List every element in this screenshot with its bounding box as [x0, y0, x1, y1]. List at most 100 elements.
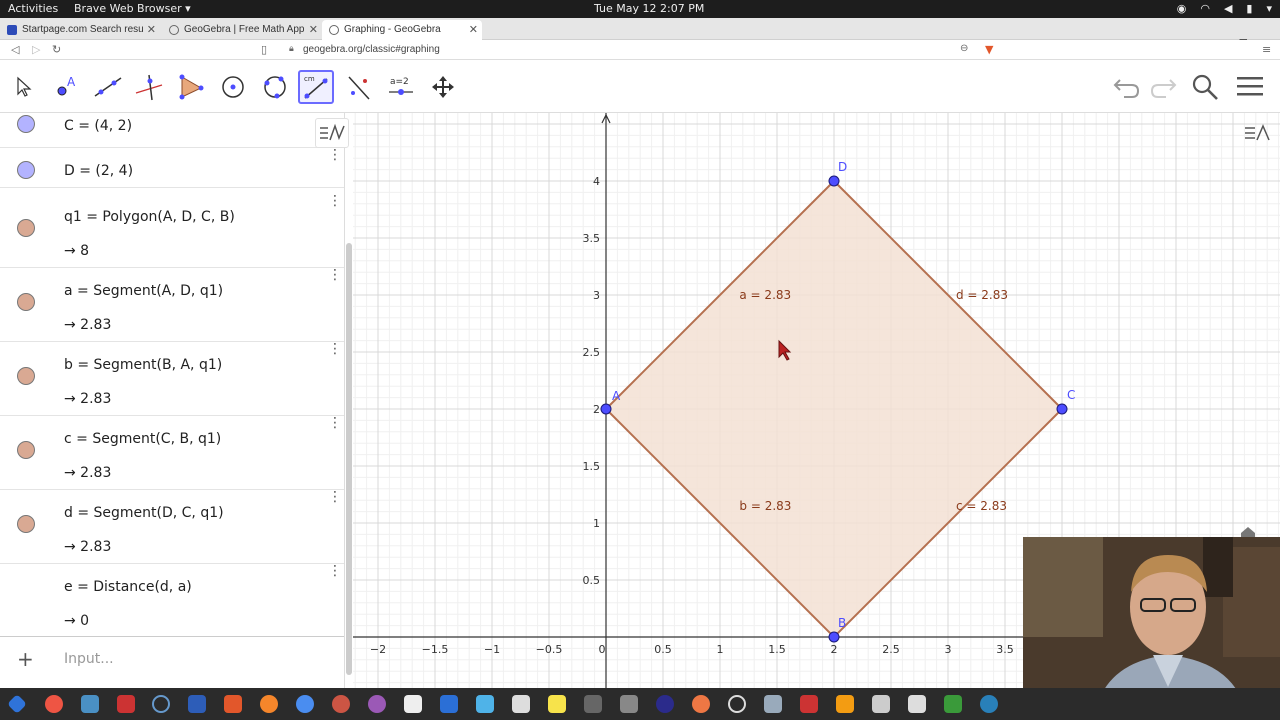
url-field[interactable]: geogebra.org/classic#graphing	[303, 44, 440, 55]
algebra-row-D[interactable]: D = (2, 4) ⋮	[0, 148, 344, 188]
forward-icon[interactable]: ▷	[32, 43, 40, 56]
algebra-row-e[interactable]: e = Distance(d, a) → 0 ⋮	[0, 564, 344, 636]
add-icon[interactable]: +	[17, 647, 34, 671]
clock[interactable]: Tue May 12 2:07 PM	[594, 2, 704, 15]
row-menu-icon[interactable]: ⋮	[328, 416, 342, 430]
circle-three-points-tool-icon[interactable]	[257, 70, 293, 104]
calendar-icon[interactable]	[404, 695, 422, 713]
algebra-definition[interactable]: C = (4, 2)	[64, 118, 132, 134]
row-menu-icon[interactable]: ⋮	[328, 564, 342, 578]
brave-shield-icon[interactable]: ▼	[985, 43, 993, 56]
battery-icon[interactable]: ▮	[1246, 2, 1252, 15]
obs-icon[interactable]	[728, 695, 746, 713]
close-tab-icon[interactable]: ✕	[309, 23, 318, 36]
tab-geogebra-home[interactable]: GeoGebra | Free Math App ✕	[162, 20, 322, 40]
point-label[interactable]: B	[838, 616, 846, 630]
app-icon[interactable]	[800, 695, 818, 713]
wifi-icon[interactable]: ◠	[1200, 2, 1210, 15]
app-icon[interactable]	[692, 695, 710, 713]
app-icon[interactable]	[872, 695, 890, 713]
app-icon[interactable]	[980, 695, 998, 713]
tools-icon[interactable]	[584, 695, 602, 713]
firefox-icon[interactable]	[260, 695, 278, 713]
point-C[interactable]	[1056, 403, 1068, 415]
circle-tool-icon[interactable]	[215, 70, 251, 104]
row-menu-icon[interactable]: ⋮	[328, 490, 342, 504]
algebra-row-c[interactable]: c = Segment(C, B, q1) → 2.83 ⋮	[0, 416, 344, 490]
cloud-icon[interactable]	[476, 695, 494, 713]
row-menu-icon[interactable]: ⋮	[328, 148, 342, 162]
algebra-input[interactable]: Input...	[64, 651, 114, 667]
graphics-style-bar-icon[interactable]	[1240, 118, 1274, 148]
polygon-tool-icon[interactable]	[173, 70, 209, 104]
palette-icon[interactable]	[512, 695, 530, 713]
algebra-style-bar-icon[interactable]	[315, 118, 349, 148]
app-icon[interactable]	[332, 695, 350, 713]
visibility-toggle[interactable]	[17, 515, 35, 533]
search-icon[interactable]	[1190, 72, 1220, 106]
redo-icon[interactable]	[1148, 72, 1178, 104]
vlc-icon[interactable]	[836, 695, 854, 713]
hamburger-menu-icon[interactable]	[1236, 76, 1264, 102]
close-tab-icon[interactable]: ✕	[469, 23, 478, 36]
algebra-definition[interactable]: d = Segment(D, C, q1)	[64, 505, 224, 521]
point-A[interactable]	[600, 403, 612, 415]
browser-menu-icon[interactable]: ≡	[1262, 43, 1271, 56]
app-icon[interactable]	[908, 695, 926, 713]
segment-label[interactable]: c = 2.83	[956, 499, 1007, 513]
system-tray[interactable]: ◉ ◠ ◀ ▮ ▾	[1177, 2, 1272, 15]
segment-label[interactable]: a = 2.83	[739, 288, 791, 302]
row-menu-icon[interactable]: ⋮	[328, 342, 342, 356]
point-D[interactable]	[828, 175, 840, 187]
app-icon[interactable]	[764, 695, 782, 713]
visibility-toggle[interactable]	[17, 441, 35, 459]
algebra-definition[interactable]: a = Segment(A, D, q1)	[64, 283, 223, 299]
tab-startpage[interactable]: Startpage.com Search resu ✕	[0, 20, 160, 40]
segment-label[interactable]: b = 2.83	[739, 499, 791, 513]
point-label[interactable]: D	[838, 160, 847, 174]
algebra-definition[interactable]: c = Segment(C, B, q1)	[64, 431, 221, 447]
point-B[interactable]	[828, 631, 840, 643]
calculator-icon[interactable]	[188, 695, 206, 713]
algebra-definition[interactable]: q1 = Polygon(A, D, C, B)	[64, 209, 235, 225]
back-icon[interactable]: ◁	[11, 43, 19, 56]
algebra-row-d[interactable]: d = Segment(D, C, q1) → 2.83 ⋮	[0, 490, 344, 564]
mail-icon[interactable]	[440, 695, 458, 713]
app-icon[interactable]	[656, 695, 674, 713]
visibility-toggle[interactable]	[17, 161, 35, 179]
visibility-toggle[interactable]	[17, 293, 35, 311]
files-icon[interactable]	[81, 695, 99, 713]
music-icon[interactable]	[368, 695, 386, 713]
move-tool-icon[interactable]	[6, 70, 42, 104]
app-icon[interactable]	[117, 695, 135, 713]
algebra-definition[interactable]: D = (2, 4)	[64, 163, 133, 179]
visibility-toggle[interactable]	[17, 367, 35, 385]
spreadsheet-icon[interactable]	[944, 695, 962, 713]
brave-icon[interactable]	[224, 695, 242, 713]
visibility-toggle[interactable]	[17, 115, 35, 133]
start-icon[interactable]	[7, 694, 27, 714]
move-graphics-view-tool-icon[interactable]	[425, 70, 461, 104]
reflect-tool-icon[interactable]	[341, 70, 377, 104]
row-menu-icon[interactable]: ⋮	[328, 268, 342, 282]
reload-icon[interactable]: ↻	[52, 43, 61, 56]
line-tool-icon[interactable]	[90, 70, 126, 104]
segment-label[interactable]: d = 2.83	[956, 288, 1008, 302]
app-menu[interactable]: Brave Web Browser ▾	[74, 2, 191, 15]
algebra-definition[interactable]: e = Distance(d, a)	[64, 579, 192, 595]
visibility-toggle[interactable]	[17, 219, 35, 237]
volume-icon[interactable]: ◀	[1224, 2, 1232, 15]
network-icon[interactable]: ◉	[1177, 2, 1187, 15]
chrome-icon[interactable]	[296, 695, 314, 713]
slider-tool-icon[interactable]: a=2	[383, 70, 419, 104]
algebra-row-a[interactable]: a = Segment(A, D, q1) → 2.83 ⋮	[0, 268, 344, 342]
point-label[interactable]: A	[612, 389, 621, 403]
row-menu-icon[interactable]: ⋮	[328, 194, 342, 208]
distance-tool-icon[interactable]: cm	[298, 70, 334, 104]
help-icon[interactable]	[45, 695, 63, 713]
power-icon[interactable]: ▾	[1266, 2, 1272, 15]
point-label[interactable]: C	[1067, 388, 1075, 402]
algebra-row-C[interactable]: C = (4, 2)	[0, 113, 344, 148]
undo-icon[interactable]	[1112, 72, 1142, 104]
app-icon[interactable]	[620, 695, 638, 713]
